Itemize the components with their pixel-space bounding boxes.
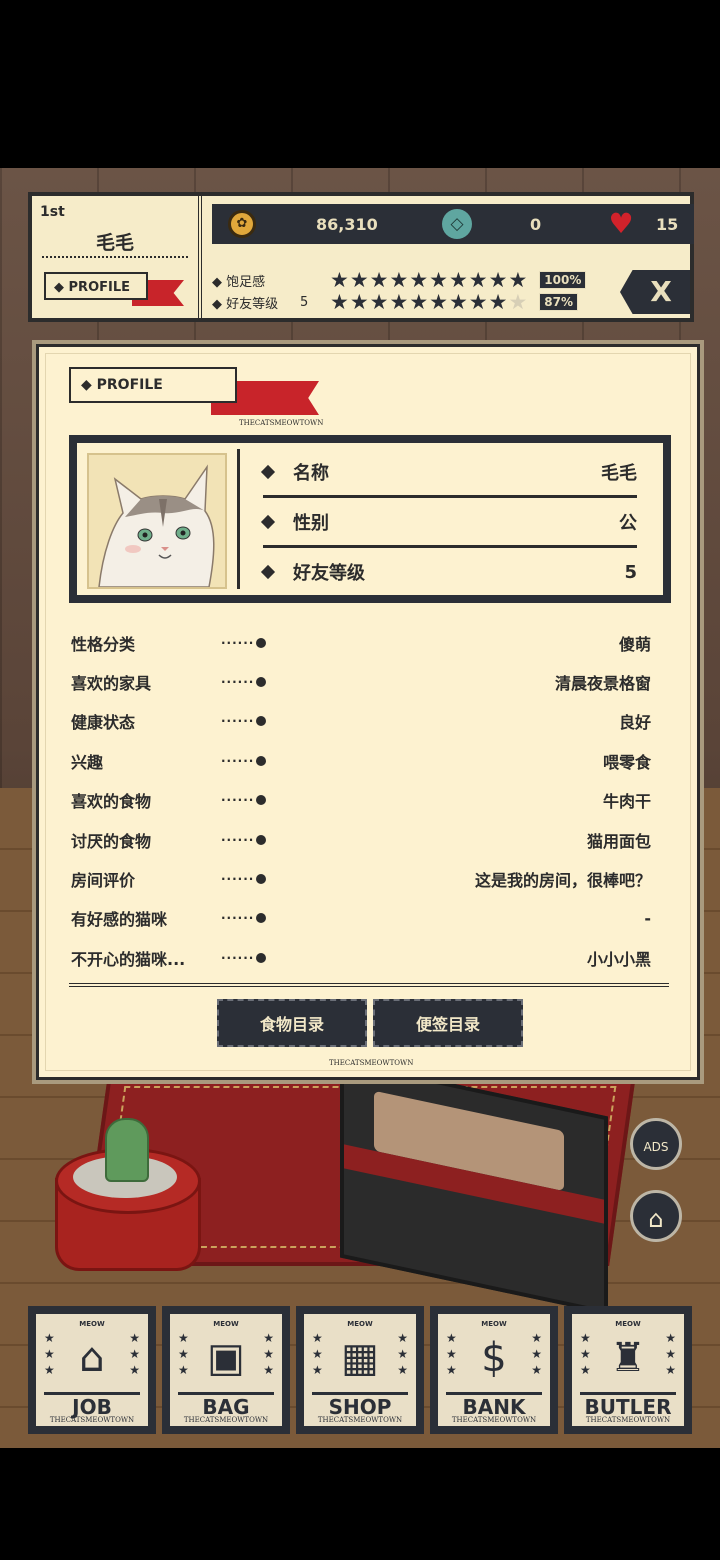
star-icon: ★ [429,290,448,314]
star-icon: ★ [409,268,429,292]
list-item: 有好感的猫咪 ······ - [71,908,651,930]
list-item: 不开心的猫咪... ······ 小小小黑 [71,949,651,969]
star-icon: ★ [468,290,488,314]
bag-icon: ▣ [207,1335,245,1381]
star-icon: ★ [349,268,369,292]
star-icon: ★ [409,290,429,314]
list-item: 讨厌的食物 ······ 猫用面包 [71,831,651,851]
top-hud: 1st 毛毛 ◆ PROFILE ✿ 86,310 ◇ 0 ♥ 15 ◆ 饱足感… [28,192,694,322]
basket-icon: ▦ [341,1335,379,1381]
heart-icon: ♥ [608,207,634,240]
friend-stars: ★ ★ ★ ★ ★ ★ ★ ★ ★ ★ [330,290,528,314]
home-button[interactable]: ⌂ [630,1190,682,1242]
star-icon: ★ [429,268,448,292]
friend-level: 5 [300,294,309,310]
list-item: 喜欢的食物 ······ 牛肉干 [71,792,651,812]
list-item: 性格分类 ······ 傻萌 [71,634,651,654]
nav-bag[interactable]: MEOW ★ ★ ★ ★ ★ ★ ▣ BAG THECATSMEOWTOWN [162,1306,290,1434]
cactus-pot[interactable] [55,1118,201,1278]
field-gender: 性别公 [260,499,637,548]
list-item: 喜欢的家具 ······ 清晨夜景格窗 [71,674,651,694]
star-icon: ★ [369,268,389,292]
nav-bank[interactable]: MEOW ★ ★ ★ ★ ★ ★ $ BANK THECATSMEOWTOWN [430,1306,558,1434]
panel-title: ◆ PROFILE [69,367,237,403]
star-icon: ★ [389,290,409,314]
list-item: 房间评价 ······ 这是我的房间，很棒吧？ [71,871,651,891]
star-icon: ★ [448,290,468,314]
house-icon: ⌂ [79,1335,105,1381]
paw-coin-icon: ✿ [228,210,256,238]
heart-counter: ♥ 15 [606,204,694,244]
friend-percent: 87% [539,293,579,311]
star-icon: ★ [468,268,488,292]
satiety-percent: 100% [539,271,587,289]
star-icon: ★ [508,268,528,292]
cat-summary: 1st 毛毛 ◆ PROFILE [32,196,202,318]
brand-text: THECATSMEOWTOWN [329,1059,414,1067]
field-name: 名称 毛毛 [260,449,637,498]
list-item: 兴趣 ······ 喂零食 [71,752,651,772]
food-catalog-button[interactable]: 食物目录 [217,999,367,1047]
satiety-stat: ◆ 饱足感 ★ ★ ★ ★ ★ ★ ★ ★ ★ ★ 100% [212,268,587,292]
ads-icon: ADS [643,1140,669,1154]
cat-portrait [87,453,227,589]
rank-label: 1st [40,204,65,220]
star-icon: ★ [369,290,389,314]
profile-button[interactable]: ◆ PROFILE [44,272,148,300]
star-icon: ★ [508,290,528,314]
cactus-icon [105,1118,149,1182]
star-icon: ★ [448,268,468,292]
profile-panel: ◆ PROFILE THECATSMEOWTOWN 名称 毛毛 性别 公 好友等… [36,344,700,1080]
detail-list: 性格分类 ······ 傻萌 喜欢的家具 ······ 清晨夜景格窗 健康状态 ·····… [71,623,651,978]
star-icon: ★ [330,290,349,314]
star-icon: ★ [349,290,369,314]
dollar-icon: $ [481,1335,507,1381]
list-item: 健康状态 ······ 良好 [71,713,651,733]
tophat-icon: ♜ [610,1335,646,1381]
gem-counter: ◇ 0 [442,204,592,244]
ads-button[interactable]: ADS [630,1118,682,1170]
resource-bar: ✿ 86,310 ◇ 0 ♥ 15 [212,204,694,244]
nav-butler[interactable]: MEOW ★ ★ ★ ★ ★ ★ ♜ BUTLER THECATSMEOWTOWN [564,1306,692,1434]
star-icon: ★ [330,268,349,292]
home-icon: ⌂ [648,1205,664,1233]
star-icon: ★ [488,290,508,314]
close-button[interactable]: X [620,270,690,314]
star-icon: ★ [488,268,508,292]
note-catalog-button[interactable]: 便签目录 [373,999,523,1047]
diamond-icon: ◇ [442,209,472,239]
star-icon: ★ [389,268,409,292]
nav-shop[interactable]: MEOW ★ ★ ★ ★ ★ ★ ▦ SHOP THECATSMEOWTOWN [296,1306,424,1434]
cat-name: 毛毛 [95,232,134,254]
satiety-stars: ★ ★ ★ ★ ★ ★ ★ ★ ★ ★ [330,268,528,292]
brand-text: THECATSMEOWTOWN [239,419,324,427]
coin-counter: ✿ 86,310 [228,204,428,244]
nav-job[interactable]: MEOW ★ ★ ★ ★ ★ ★ ⌂ JOB THECATSMEOWTOWN [28,1306,156,1434]
profile-card: 名称 毛毛 性别公 好友等级 5 [69,435,671,603]
field-friend-level: 好友等级 5 [260,549,637,595]
friend-stat: ◆ 好友等级 5 ★ ★ ★ ★ ★ ★ ★ ★ ★ ★ 87% [212,290,579,314]
